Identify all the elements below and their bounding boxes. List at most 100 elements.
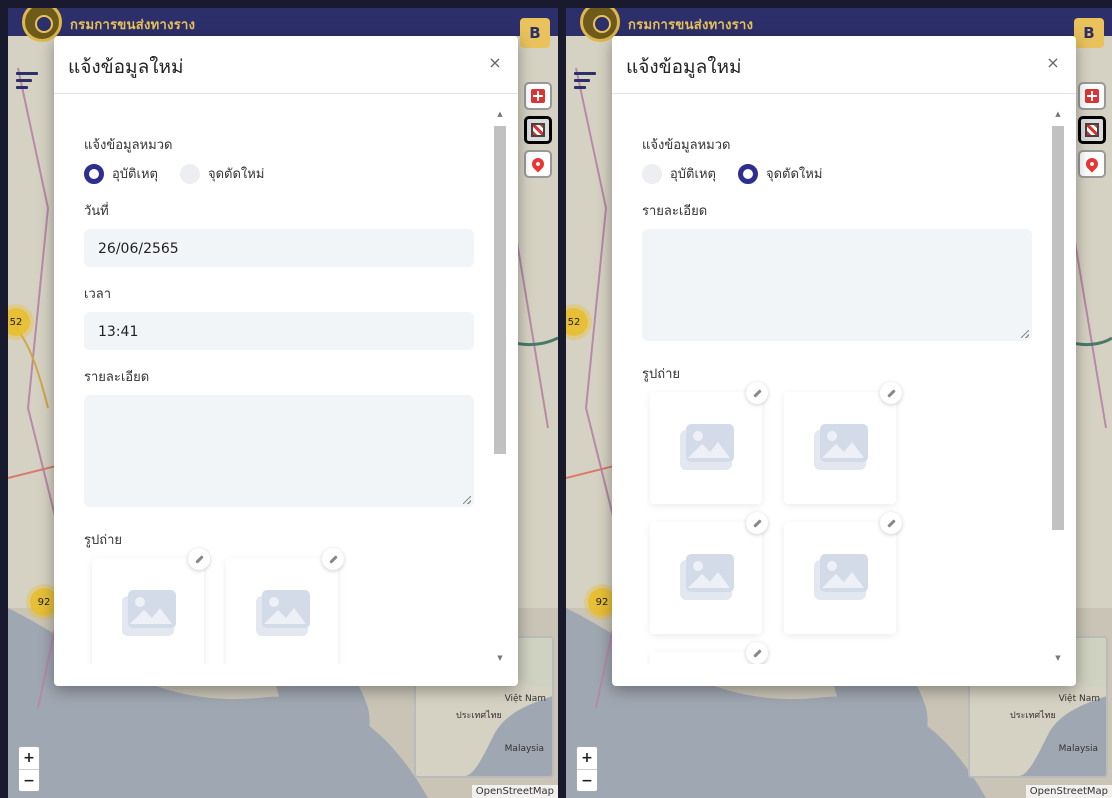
map-tool-column bbox=[1078, 82, 1108, 184]
photo-slot[interactable] bbox=[92, 548, 210, 664]
image-placeholder-icon bbox=[680, 554, 734, 600]
radio-new-crossing[interactable] bbox=[737, 163, 758, 184]
pencil-icon[interactable] bbox=[746, 512, 768, 534]
minimap-vietnam-label: Việt Nam bbox=[1058, 694, 1100, 704]
map-zoom-control: + − bbox=[18, 746, 40, 792]
radio-accident-label[interactable]: อุบัติเหตุ bbox=[670, 163, 716, 184]
minimap-malaysia-label: Malaysia bbox=[1058, 744, 1098, 754]
crossing-barrier-icon bbox=[531, 123, 545, 137]
category-radio-group: อุบัติเหตุ จุดตัดใหม่ bbox=[84, 163, 474, 184]
zoom-in-button[interactable]: + bbox=[577, 747, 597, 769]
report-modal: แจ้งข้อมูลใหม่ × แจ้งข้อมูลหมวด อุบัติเห… bbox=[54, 36, 518, 686]
location-layer-button[interactable] bbox=[524, 150, 552, 178]
time-label: เวลา bbox=[84, 287, 112, 302]
zoom-out-button[interactable]: − bbox=[577, 769, 597, 791]
scrollbar-thumb[interactable] bbox=[494, 126, 506, 454]
modal-scrollbar[interactable]: ▲ ▼ bbox=[1052, 108, 1064, 664]
image-placeholder-icon bbox=[814, 554, 868, 600]
hamburger-icon[interactable] bbox=[572, 70, 600, 92]
radio-new-crossing[interactable] bbox=[179, 163, 200, 184]
zoom-in-button[interactable]: + bbox=[19, 747, 39, 769]
photo-grid bbox=[92, 548, 474, 664]
photo-slot[interactable] bbox=[650, 642, 768, 664]
photos-label: รูปถ่าย bbox=[642, 367, 681, 382]
hospital-layer-button[interactable] bbox=[1078, 82, 1106, 110]
photo-slot[interactable] bbox=[784, 382, 902, 504]
minimap-malaysia-label: Malaysia bbox=[504, 744, 544, 754]
minimap-thailand-label: ประเทศไทย bbox=[456, 711, 502, 721]
form-content: แจ้งข้อมูลหมวด อุบัติเหตุ จุดตัดใหม่ วัน… bbox=[84, 134, 474, 664]
radio-new-crossing-label[interactable]: จุดตัดใหม่ bbox=[208, 163, 264, 184]
photo-slot[interactable] bbox=[784, 512, 902, 634]
map-pin-icon bbox=[529, 155, 547, 173]
agency-name: กรมการขนส่งทางราง bbox=[628, 18, 754, 33]
date-input[interactable]: 26/06/2565 bbox=[84, 229, 474, 267]
close-icon[interactable]: × bbox=[1044, 54, 1062, 72]
photos-label: รูปถ่าย bbox=[84, 533, 123, 548]
category-label: แจ้งข้อมูลหมวด bbox=[84, 138, 173, 153]
map-tool-column bbox=[524, 82, 554, 184]
user-badge[interactable]: B bbox=[1074, 18, 1104, 48]
scroll-down-arrow-icon[interactable]: ▼ bbox=[494, 652, 506, 664]
map-zoom-control: + − bbox=[576, 746, 598, 792]
minimap-thailand-label: ประเทศไทย bbox=[1010, 711, 1056, 721]
app-pane-left: กรมการขนส่งทางราง B 52 92 + − Việt Nam ป… bbox=[8, 8, 558, 798]
crossing-barrier-icon bbox=[1085, 123, 1099, 137]
hospital-icon bbox=[1085, 89, 1099, 103]
hospital-icon bbox=[531, 89, 545, 103]
user-badge[interactable]: B bbox=[520, 18, 550, 48]
modal-title: แจ้งข้อมูลใหม่ bbox=[626, 56, 742, 78]
modal-body[interactable]: แจ้งข้อมูลหมวด อุบัติเหตุ จุดตัดใหม่ วัน… bbox=[54, 94, 518, 664]
agency-name: กรมการขนส่งทางราง bbox=[70, 18, 196, 33]
scroll-down-arrow-icon[interactable]: ▼ bbox=[1052, 652, 1064, 664]
top-navigation-bar: กรมการขนส่งทางราง bbox=[8, 8, 558, 42]
detail-label: รายละเอียด bbox=[642, 204, 708, 219]
app-pane-right: กรมการขนส่งทางราง B 52 92 + − Việt Nam ป… bbox=[566, 8, 1112, 798]
radio-new-crossing-label[interactable]: จุดตัดใหม่ bbox=[766, 163, 822, 184]
photo-slot[interactable] bbox=[650, 382, 768, 504]
modal-scrollbar[interactable]: ▲ ▼ bbox=[494, 108, 506, 664]
detail-label: รายละเอียด bbox=[84, 370, 150, 385]
scroll-up-arrow-icon[interactable]: ▲ bbox=[494, 108, 506, 120]
minimap-vietnam-label: Việt Nam bbox=[504, 694, 546, 704]
scroll-up-arrow-icon[interactable]: ▲ bbox=[1052, 108, 1064, 120]
zoom-out-button[interactable]: − bbox=[19, 769, 39, 791]
report-modal: แจ้งข้อมูลใหม่ × แจ้งข้อมูลหมวด อุบัติเห… bbox=[612, 36, 1076, 686]
scrollbar-thumb[interactable] bbox=[1052, 126, 1064, 530]
map-attribution[interactable]: OpenStreetMap bbox=[1025, 785, 1112, 798]
image-placeholder-icon bbox=[122, 590, 176, 636]
map-attribution[interactable]: OpenStreetMap bbox=[471, 785, 558, 798]
pencil-icon[interactable] bbox=[746, 642, 768, 664]
modal-header: แจ้งข้อมูลใหม่ × bbox=[54, 36, 518, 94]
time-input[interactable]: 13:41 bbox=[84, 312, 474, 350]
photo-slot[interactable] bbox=[226, 548, 344, 664]
map-pin-icon bbox=[1083, 155, 1101, 173]
radio-accident-label[interactable]: อุบัติเหตุ bbox=[112, 163, 158, 184]
date-label: วันที่ bbox=[84, 204, 109, 219]
image-placeholder-icon bbox=[680, 424, 734, 470]
hamburger-icon[interactable] bbox=[14, 70, 42, 92]
modal-header: แจ้งข้อมูลใหม่ × bbox=[612, 36, 1076, 94]
top-navigation-bar: กรมการขนส่งทางราง bbox=[566, 8, 1112, 42]
pencil-icon[interactable] bbox=[746, 382, 768, 404]
crossing-layer-button[interactable] bbox=[524, 116, 552, 144]
detail-textarea[interactable] bbox=[84, 395, 474, 507]
detail-textarea[interactable] bbox=[642, 229, 1032, 341]
location-layer-button[interactable] bbox=[1078, 150, 1106, 178]
image-placeholder-icon bbox=[256, 590, 310, 636]
pencil-icon[interactable] bbox=[322, 548, 344, 570]
category-radio-group: อุบัติเหตุ จุดตัดใหม่ bbox=[642, 163, 1032, 184]
photo-slot[interactable] bbox=[650, 512, 768, 634]
pencil-icon[interactable] bbox=[188, 548, 210, 570]
radio-accident[interactable] bbox=[84, 163, 104, 184]
photo-grid bbox=[650, 382, 1032, 664]
hospital-layer-button[interactable] bbox=[524, 82, 552, 110]
close-icon[interactable]: × bbox=[486, 54, 504, 72]
crossing-layer-button[interactable] bbox=[1078, 116, 1106, 144]
category-label: แจ้งข้อมูลหมวด bbox=[642, 138, 731, 153]
modal-body[interactable]: แจ้งข้อมูลหมวด อุบัติเหตุ จุดตัดใหม่ ราย… bbox=[612, 94, 1076, 664]
pencil-icon[interactable] bbox=[880, 382, 902, 404]
form-content: แจ้งข้อมูลหมวด อุบัติเหตุ จุดตัดใหม่ ราย… bbox=[642, 134, 1032, 664]
radio-accident[interactable] bbox=[642, 163, 662, 184]
pencil-icon[interactable] bbox=[880, 512, 902, 534]
